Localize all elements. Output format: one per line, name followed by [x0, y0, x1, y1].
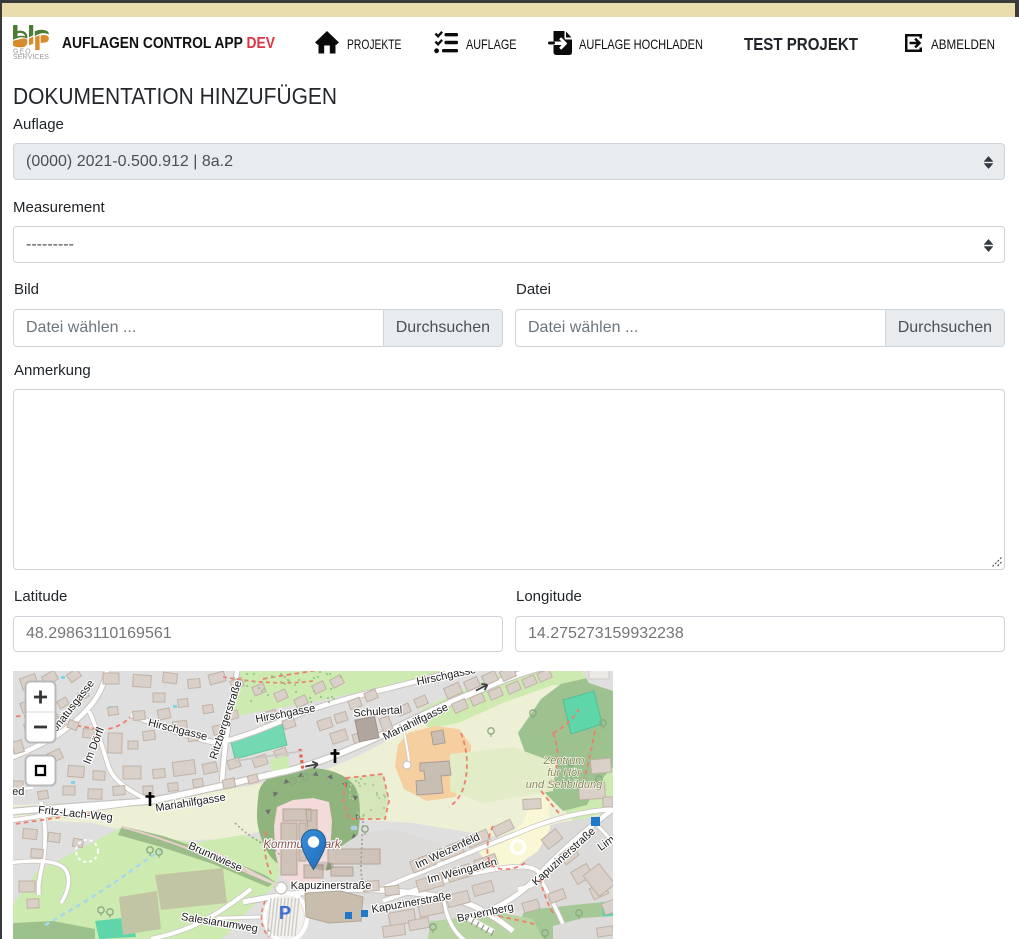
svg-text:SERVICES: SERVICES — [13, 54, 49, 59]
svg-text:Zentrum: Zentrum — [543, 755, 585, 767]
svg-text:für Hör: für Hör — [547, 767, 582, 779]
svg-text:ied: ied — [13, 786, 24, 798]
svg-text:Kapuzinerstraße: Kapuzinerstraße — [291, 880, 372, 892]
svg-text:P: P — [279, 903, 291, 923]
svg-text:und Sehbildung: und Sehbildung — [526, 779, 603, 791]
